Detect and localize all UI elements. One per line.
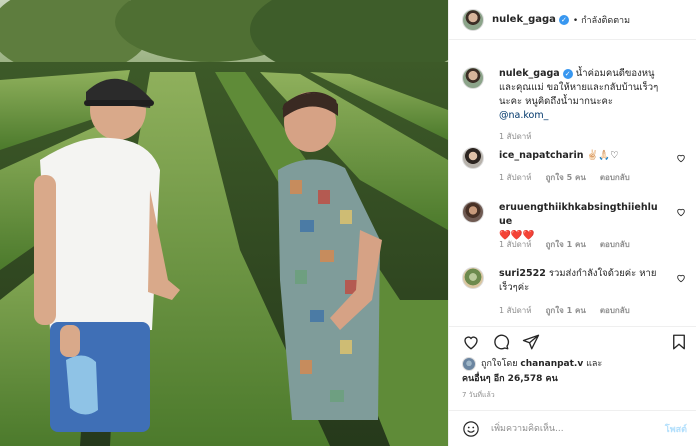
commenter-username[interactable]: ice_napatcharin [499, 150, 584, 161]
action-bar [449, 326, 696, 354]
caption-text: nulek_gaga ✓ น้ำค่อมคนดีของหนูและคุณแม่ ข… [499, 67, 664, 123]
comment-body: ✌🏻🙏🏻♡ [586, 150, 619, 161]
like-comment-heart-icon[interactable] [676, 153, 686, 163]
comment-likes[interactable]: ถูกใจ 5 คน [546, 171, 586, 184]
comment-likes[interactable]: ถูกใจ 1 คน [546, 238, 586, 251]
commenter-avatar[interactable] [462, 267, 484, 289]
liker-avatar[interactable] [462, 357, 476, 371]
verified-badge-icon: ✓ [562, 68, 573, 79]
photo-scene [0, 0, 448, 446]
comment-likes[interactable]: ถูกใจ 1 คน [546, 304, 586, 317]
bookmark-icon[interactable] [670, 333, 688, 351]
comment-meta: 1 สัปดาห์ ถูกใจ 1 คน ตอบกลับ [499, 304, 630, 317]
comment-icon[interactable] [492, 333, 510, 351]
comments-list[interactable]: nulek_gaga ✓ น้ำค่อมคนดีของหนูและคุณแม่ ข… [449, 56, 696, 326]
caption-time[interactable]: 1 สัปดาห์ [499, 130, 532, 143]
comment-text: suri2522 รวมส่งกำลังใจด้วยค่ะ หายเร็วๆค่… [499, 267, 664, 295]
comment-meta: 1 สัปดาห์ ถูกใจ 5 คน ตอบกลับ [499, 171, 630, 184]
heart-icon[interactable] [462, 333, 480, 351]
commenter-avatar[interactable] [462, 147, 484, 169]
add-comment-bar: โพสต์ [449, 410, 696, 446]
likes-line: ถูกใจโดย chananpat.v และ [481, 356, 602, 370]
likes-and: และ [586, 359, 603, 369]
caption-meta: 1 สัปดาห์ [499, 130, 532, 143]
author-avatar[interactable] [462, 67, 484, 89]
author-username[interactable]: nulek_gaga [492, 14, 556, 25]
comment-text: ice_napatcharin ✌🏻🙏🏻♡ [499, 149, 664, 163]
comment-time[interactable]: 1 สัปดาห์ [499, 304, 532, 317]
post-time-ago[interactable]: 7 วันที่แล้ว [462, 390, 495, 401]
caption-username[interactable]: nulek_gaga [499, 68, 560, 79]
liker-username[interactable]: chananpat.v [520, 359, 583, 369]
post-header: nulek_gaga ✓ • กำลังติดตาม [449, 0, 696, 40]
author-avatar[interactable] [462, 8, 484, 31]
comment-time[interactable]: 1 สัปดาห์ [499, 238, 532, 251]
commenter-avatar[interactable] [462, 201, 484, 223]
commenter-username[interactable]: eruuengthiikhkabsingthiiehluue [499, 202, 658, 227]
verified-badge-icon: ✓ [558, 14, 569, 25]
comment-input[interactable] [491, 419, 641, 439]
following-status[interactable]: • กำลังติดตาม [573, 13, 630, 27]
like-comment-heart-icon[interactable] [676, 273, 686, 283]
likes-count[interactable]: คนอื่นๆ อีก 26,578 คน [462, 374, 558, 384]
commenter-username[interactable]: suri2522 [499, 268, 546, 279]
comment-meta: 1 สัปดาห์ ถูกใจ 1 คน ตอบกลับ [499, 238, 630, 251]
caption-mention[interactable]: @na.kom_ [499, 110, 548, 121]
likes-prefix: ถูกใจโดย [481, 359, 518, 369]
share-icon[interactable] [522, 333, 540, 351]
reply-button[interactable]: ตอบกลับ [600, 238, 630, 251]
reply-button[interactable]: ตอบกลับ [600, 304, 630, 317]
post-sidebar: nulek_gaga ✓ • กำลังติดตาม nulek_gaga ✓ น… [448, 0, 696, 446]
post-photo[interactable] [0, 0, 448, 446]
emoji-icon[interactable] [462, 420, 480, 438]
comment-text: eruuengthiikhkabsingthiiehluue ❤️❤️❤️ [499, 201, 664, 243]
likes-others[interactable]: คนอื่นๆ อีก 26,578 คน [462, 371, 558, 385]
comment-time[interactable]: 1 สัปดาห์ [499, 171, 532, 184]
like-comment-heart-icon[interactable] [676, 207, 686, 217]
post-comment-button[interactable]: โพสต์ [665, 422, 687, 436]
reply-button[interactable]: ตอบกลับ [600, 171, 630, 184]
